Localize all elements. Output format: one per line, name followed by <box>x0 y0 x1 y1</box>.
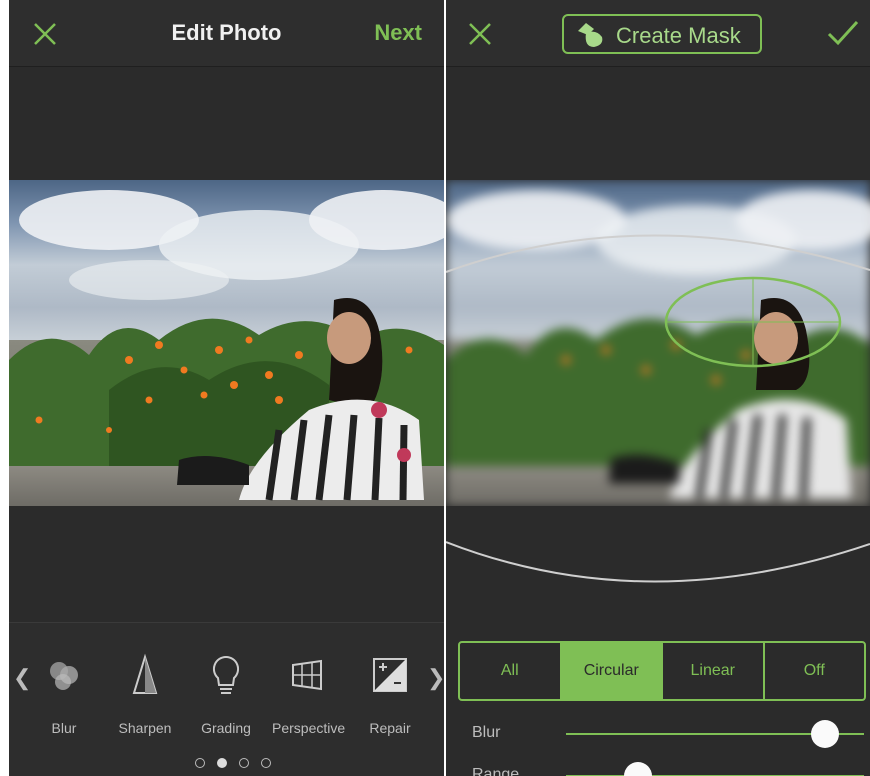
blur-slider-knob[interactable] <box>811 720 840 748</box>
tool-repair[interactable]: Repair <box>355 651 425 736</box>
edit-photo-screen: Edit Photo Next ❮ Blur Sharpen Grading P… <box>9 0 444 776</box>
tool-label: Sharpen <box>118 720 172 736</box>
range-slider-label: Range <box>472 766 520 776</box>
page-indicator <box>189 755 277 773</box>
mask-brush-icon <box>578 23 603 47</box>
blur-slider-label: Blur <box>472 724 501 741</box>
create-mask-button[interactable]: Create Mask <box>562 14 762 54</box>
tool-label: Repair <box>369 720 411 736</box>
page-dot-active[interactable] <box>217 758 227 768</box>
page-dot[interactable] <box>195 758 205 768</box>
mode-all[interactable]: All <box>460 643 562 699</box>
circular-mask-overlay[interactable] <box>446 180 870 600</box>
tool-blur[interactable]: Blur <box>29 651 99 736</box>
top-bar: Edit Photo Next <box>9 0 444 67</box>
blur-icon <box>50 662 78 690</box>
tool-label: Grading <box>201 720 251 736</box>
close-icon[interactable] <box>466 20 494 48</box>
range-slider-knob[interactable] <box>623 762 652 776</box>
tool-bar: ❮ Blur Sharpen Grading Perspective Repai… <box>9 622 444 776</box>
tool-grading[interactable]: Grading <box>191 651 261 736</box>
mode-linear[interactable]: Linear <box>663 643 765 699</box>
sharpen-icon <box>132 653 158 694</box>
page-dot[interactable] <box>239 758 249 768</box>
mask-mode-selector: All Circular Linear Off <box>458 641 866 701</box>
mode-off[interactable]: Off <box>765 643 865 699</box>
page-dot[interactable] <box>261 758 271 768</box>
grading-icon <box>212 655 240 694</box>
top-bar: Create Mask <box>446 0 870 67</box>
chevron-right-icon[interactable]: ❯ <box>427 665 444 691</box>
perspective-icon <box>292 659 322 691</box>
original-photo <box>9 180 444 506</box>
tool-label: Blur <box>51 720 77 736</box>
create-mask-label: Create Mask <box>616 23 741 48</box>
tool-sharpen[interactable]: Sharpen <box>110 651 180 736</box>
tool-label: Perspective <box>272 720 346 736</box>
checkmark-icon[interactable] <box>826 18 860 48</box>
repair-icon <box>373 658 407 692</box>
next-button[interactable]: Next <box>374 20 422 46</box>
mode-circular[interactable]: Circular <box>561 643 663 699</box>
tool-perspective[interactable]: Perspective <box>272 651 346 736</box>
blur-mask-screen: Create Mask All Circular Linear Off Blur… <box>446 0 870 776</box>
